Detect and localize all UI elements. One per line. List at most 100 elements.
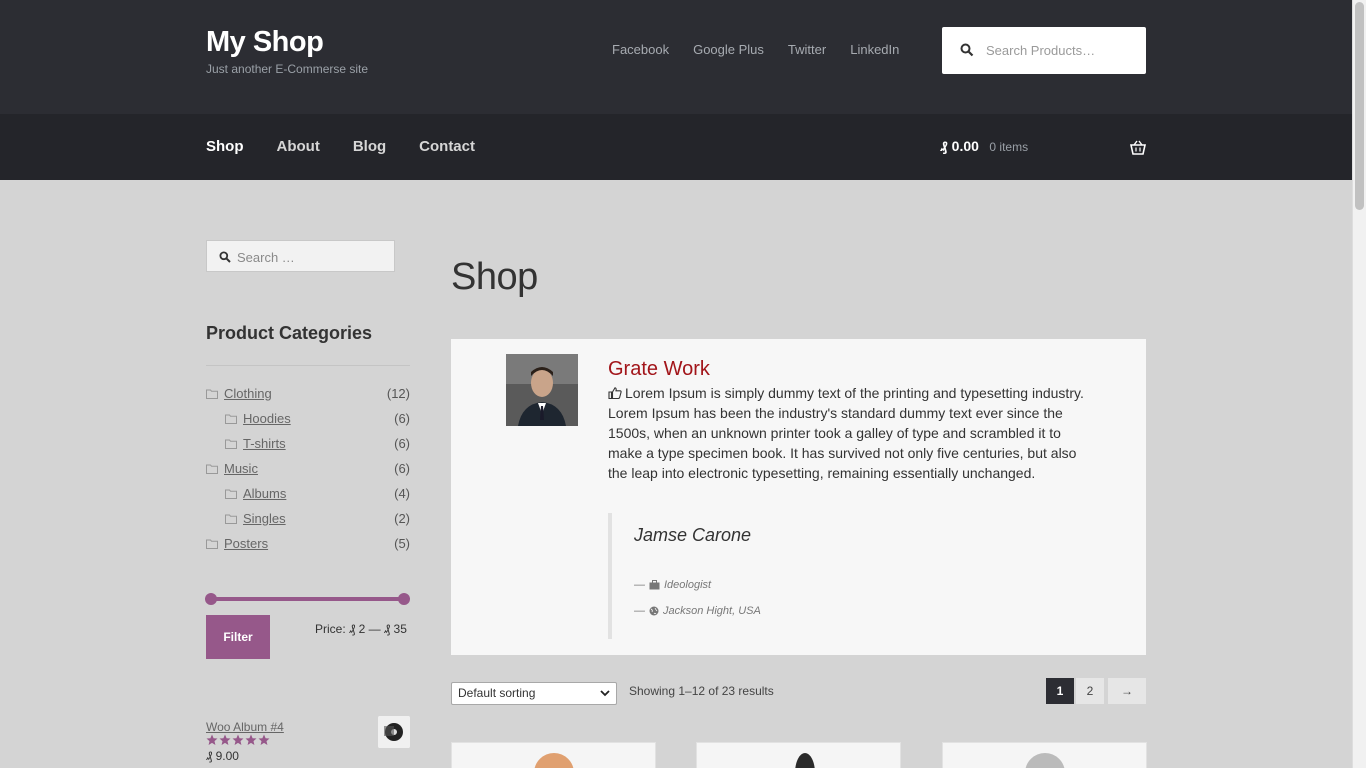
sorting-value: Default sorting: [458, 686, 536, 700]
filter-button[interactable]: Filter: [206, 615, 270, 659]
dash: —: [634, 605, 645, 617]
cart-summary[interactable]: ₰ 0.00 0 items: [940, 138, 1146, 158]
search-icon: [960, 43, 974, 57]
category-link[interactable]: Posters: [224, 536, 268, 551]
category-item-music: Music (6): [206, 456, 410, 481]
category-link[interactable]: Albums: [243, 486, 286, 501]
page-link-2[interactable]: 2: [1076, 678, 1104, 704]
main-nav-bar: Shop About Blog Contact ₰ 0.00 0 items: [0, 114, 1352, 180]
category-item-clothing: Clothing (12): [206, 381, 410, 406]
site-tagline: Just another E-Commerse site: [206, 62, 369, 76]
chevron-down-icon: [600, 690, 610, 697]
folder-icon: [225, 414, 237, 424]
briefcase-icon: [649, 580, 660, 590]
main-nav: Shop About Blog Contact: [206, 138, 475, 155]
testimonial-text: Lorem Ipsum is simply dummy text of the …: [608, 385, 1084, 481]
page-current: 1: [1046, 678, 1074, 704]
album-thumbnail[interactable]: [378, 716, 410, 748]
social-link-facebook[interactable]: Facebook: [612, 42, 669, 57]
category-link[interactable]: Singles: [243, 511, 286, 526]
category-count: (5): [394, 536, 410, 551]
nav-item-about[interactable]: About: [277, 138, 320, 155]
product-card[interactable]: [451, 742, 656, 768]
basket-icon: [1130, 140, 1146, 155]
category-link[interactable]: Clothing: [224, 386, 272, 401]
search-icon: [219, 251, 231, 263]
category-item-t-shirts: T-shirts (6): [206, 431, 410, 456]
category-count: (6): [394, 436, 410, 451]
thumbs-up-icon: [608, 387, 622, 399]
divider: [206, 365, 410, 366]
folder-icon: [225, 439, 237, 449]
testimonial-title: Grate Work: [608, 358, 710, 380]
globe-icon: [649, 606, 659, 616]
star-icon: [232, 734, 244, 745]
categories-heading: Product Categories: [206, 323, 373, 343]
product-search-input[interactable]: [986, 39, 1136, 61]
price-range-label: Price: ₰ 2 — ₰ 35: [315, 622, 407, 636]
category-item-albums: Albums (4): [206, 481, 410, 506]
cart-amount: ₰ 0.00: [940, 138, 979, 154]
testimonial-role-row: — Ideologist: [634, 579, 711, 591]
category-count: (4): [394, 486, 410, 501]
testimonial-location-row: — Jackson Hight, USA: [634, 605, 761, 617]
testimonial-role: Ideologist: [664, 579, 712, 591]
site-title[interactable]: My Shop: [206, 26, 324, 59]
cart-count: 0 items: [989, 140, 1029, 154]
product-image[interactable]: [533, 753, 574, 768]
star-icon: [245, 734, 257, 745]
category-count: (12): [386, 386, 410, 401]
dash: —: [634, 579, 645, 591]
next-page-button[interactable]: →: [1108, 678, 1146, 704]
page-title: Shop: [451, 256, 538, 298]
category-count: (6): [394, 461, 410, 476]
social-link-twitter[interactable]: Twitter: [788, 42, 826, 57]
category-item-singles: Singles (2): [206, 506, 410, 531]
result-count: Showing 1–12 of 23 results: [629, 684, 774, 698]
folder-icon: [206, 464, 218, 474]
product-image[interactable]: [794, 753, 815, 768]
star-icon: [206, 734, 218, 745]
product-card[interactable]: [696, 742, 901, 768]
category-item-posters: Posters (5): [206, 531, 410, 556]
folder-icon: [225, 489, 237, 499]
social-link-google-plus[interactable]: Google Plus: [693, 42, 764, 57]
category-link[interactable]: T-shirts: [243, 436, 286, 451]
testimonial-text-block: Lorem Ipsum is simply dummy text of the …: [608, 383, 1098, 483]
page-scrollbar[interactable]: [1352, 0, 1366, 768]
sidebar-product-name[interactable]: Woo Album #4: [206, 720, 284, 734]
price-slider-min-handle[interactable]: [205, 593, 217, 605]
social-link-linkedin[interactable]: LinkedIn: [850, 42, 899, 57]
category-link[interactable]: Hoodies: [243, 411, 291, 426]
product-image[interactable]: [1024, 753, 1065, 768]
nav-item-contact[interactable]: Contact: [419, 138, 475, 155]
category-item-hoodies: Hoodies (6): [206, 406, 410, 431]
nav-item-shop[interactable]: Shop: [206, 138, 244, 155]
product-search: [942, 27, 1146, 74]
site-header: My Shop Just another E-Commerse site Fac…: [0, 0, 1352, 114]
sidebar-product-price: ₰ 9.00: [206, 749, 239, 763]
pagination: 1 2 →: [1046, 678, 1146, 704]
star-icon: [258, 734, 270, 745]
folder-icon: [206, 389, 218, 399]
scrollbar-thumb[interactable]: [1355, 2, 1364, 210]
sidebar-search: [206, 240, 395, 272]
category-list: Clothing (12) Hoodies (6) T-shirts (6) M…: [206, 381, 410, 556]
folder-icon: [206, 539, 218, 549]
folder-icon: [225, 514, 237, 524]
category-count: (2): [394, 511, 410, 526]
price-slider-max-handle[interactable]: [398, 593, 410, 605]
nav-item-blog[interactable]: Blog: [353, 138, 386, 155]
sidebar-product: Woo Album #4 ₰ 9.00: [206, 716, 410, 768]
testimonial-quote: Jamse Carone — Ideologist — Jackson High…: [608, 513, 1088, 639]
testimonial-location: Jackson Hight, USA: [663, 605, 761, 617]
category-link[interactable]: Music: [224, 461, 258, 476]
star-icon: [219, 734, 231, 745]
sidebar-search-input[interactable]: [237, 247, 387, 267]
star-rating: [206, 734, 270, 746]
sorting-select[interactable]: Default sorting: [451, 682, 617, 705]
testimonial-author: Jamse Carone: [634, 525, 752, 545]
product-card[interactable]: [942, 742, 1147, 768]
price-slider[interactable]: [205, 593, 410, 605]
testimonial-card: Grate Work Lorem Ipsum is simply dummy t…: [451, 339, 1146, 655]
